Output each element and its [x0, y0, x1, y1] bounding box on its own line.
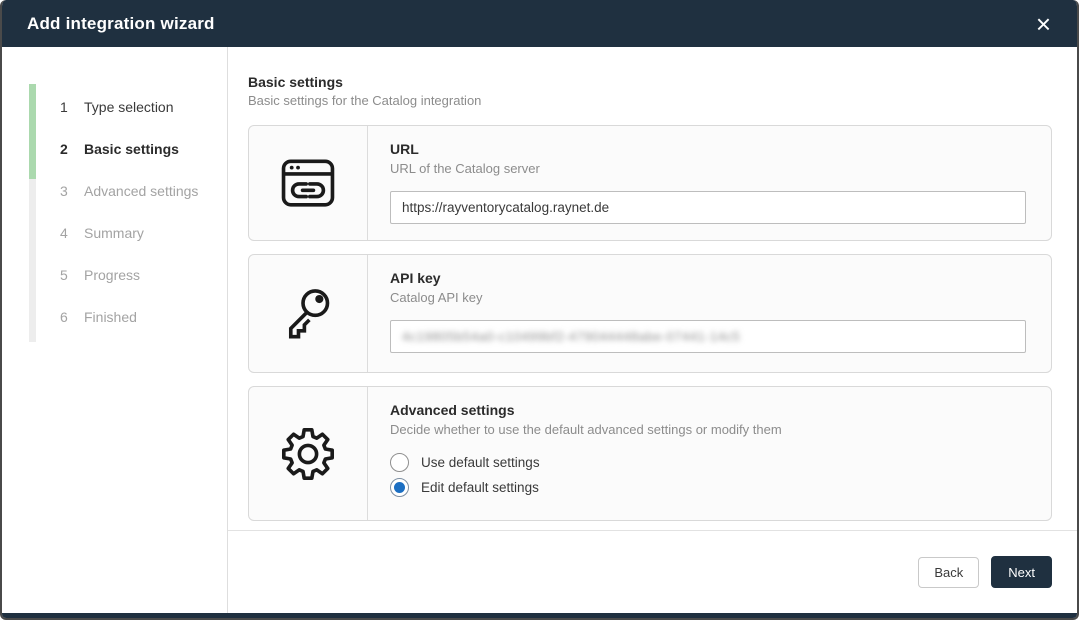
- main-column: Basic settings Basic settings for the Ca…: [228, 47, 1077, 613]
- dialog-title: Add integration wizard: [27, 14, 215, 34]
- dialog-titlebar: Add integration wizard ×: [2, 0, 1077, 47]
- url-input[interactable]: [390, 191, 1026, 224]
- step-label: Type selection: [84, 99, 174, 115]
- step-label: Progress: [84, 267, 140, 283]
- radio-label: Use default settings: [421, 455, 540, 470]
- step-label: Basic settings: [84, 141, 179, 157]
- api-key-input[interactable]: 4c19805b54a0-c10499bf2-479044448abe-0744…: [390, 320, 1026, 353]
- step-label: Finished: [84, 309, 137, 325]
- gear-icon: [279, 425, 337, 483]
- radio-label: Edit default settings: [421, 480, 539, 495]
- add-integration-wizard-dialog: Add integration wizard × 1 Type selectio…: [0, 0, 1079, 620]
- page-header: Basic settings Basic settings for the Ca…: [248, 74, 1052, 108]
- advanced-settings-card: Advanced settings Decide whether to use …: [248, 386, 1052, 521]
- url-card-title: URL: [390, 141, 1026, 157]
- step-label: Summary: [84, 225, 144, 241]
- step-progress-track: [29, 84, 36, 342]
- url-card-description: URL of the Catalog server: [390, 161, 1026, 176]
- next-button[interactable]: Next: [991, 556, 1052, 588]
- wizard-footer: Back Next: [228, 530, 1077, 613]
- url-card-icon-panel: [249, 126, 368, 240]
- step-number: 3: [60, 183, 84, 199]
- api-key-card-description: Catalog API key: [390, 290, 1026, 305]
- close-icon: ×: [1036, 9, 1051, 39]
- page-title: Basic settings: [248, 74, 1052, 90]
- api-key-card-body: API key Catalog API key 4c19805b54a0-c10…: [368, 255, 1051, 372]
- api-key-card: API key Catalog API key 4c19805b54a0-c10…: [248, 254, 1052, 373]
- step-label: Advanced settings: [84, 183, 198, 199]
- step-number: 4: [60, 225, 84, 241]
- api-key-card-icon-panel: [249, 255, 368, 372]
- url-card: URL URL of the Catalog server: [248, 125, 1052, 241]
- close-button[interactable]: ×: [1032, 11, 1055, 37]
- dialog-bottom-edge: [2, 613, 1077, 618]
- step-content: Basic settings Basic settings for the Ca…: [228, 47, 1077, 530]
- step-number: 1: [60, 99, 84, 115]
- browser-link-icon: [279, 154, 337, 212]
- radio-edit-default-settings[interactable]: Edit default settings: [390, 475, 1026, 500]
- advanced-settings-radio-group: Use default settings Edit default settin…: [390, 450, 1026, 500]
- advanced-settings-card-description: Decide whether to use the default advanc…: [390, 422, 1026, 437]
- step-progress-fill: [29, 84, 36, 179]
- api-key-card-title: API key: [390, 270, 1026, 286]
- page-subtitle: Basic settings for the Catalog integrati…: [248, 93, 1052, 108]
- key-icon: [279, 285, 337, 343]
- advanced-settings-card-title: Advanced settings: [390, 402, 1026, 418]
- api-key-redacted-value: 4c19805b54a0-c10499bf2-479044448abe-0744…: [402, 329, 740, 344]
- url-card-body: URL URL of the Catalog server: [368, 126, 1051, 240]
- step-number: 2: [60, 141, 84, 157]
- step-number: 5: [60, 267, 84, 283]
- dialog-body: 1 Type selection 2 Basic settings 3 Adva…: [2, 47, 1077, 613]
- radio-checked-icon: [390, 478, 409, 497]
- wizard-steps-sidebar: 1 Type selection 2 Basic settings 3 Adva…: [2, 47, 228, 613]
- advanced-settings-card-icon-panel: [249, 387, 368, 520]
- back-button[interactable]: Back: [918, 557, 979, 588]
- step-number: 6: [60, 309, 84, 325]
- advanced-settings-card-body: Advanced settings Decide whether to use …: [368, 387, 1051, 520]
- radio-unchecked-icon: [390, 453, 409, 472]
- radio-use-default-settings[interactable]: Use default settings: [390, 450, 1026, 475]
